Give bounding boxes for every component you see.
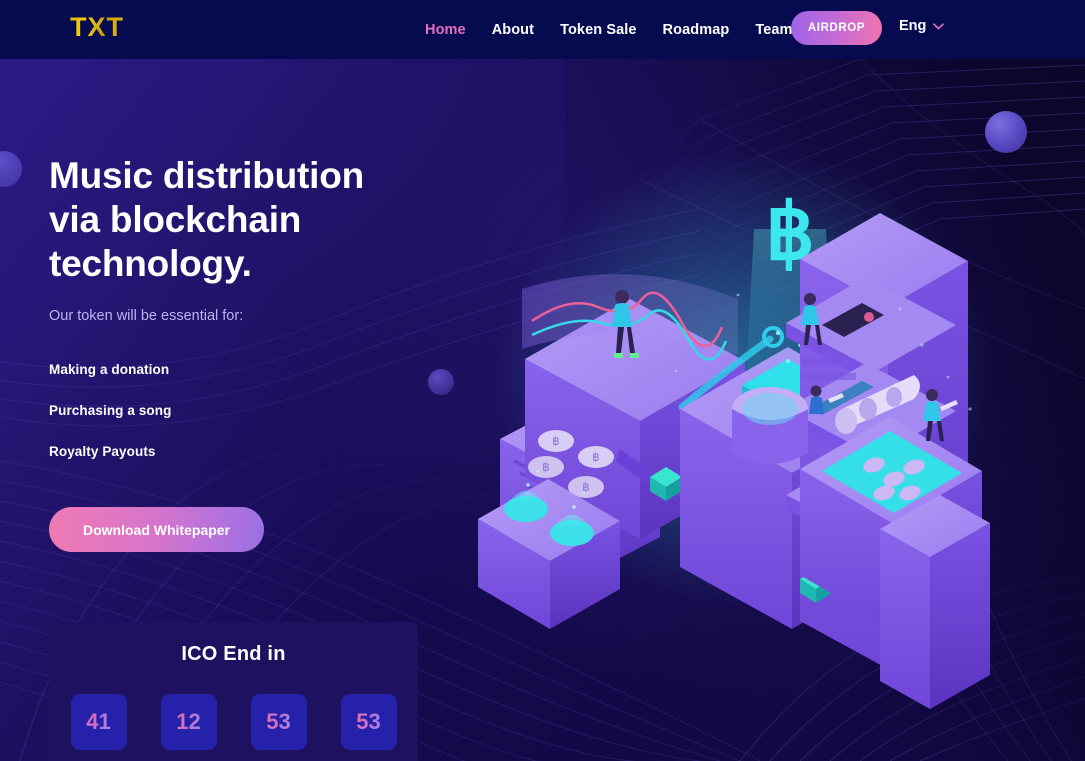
hero-subtitle: Our token will be essential for: [49,308,244,324]
list-item: Purchasing a song [49,403,172,418]
nav-link-home[interactable]: Home [425,22,466,38]
decorative-sphere-left [0,151,22,187]
benefits-list: Making a donation Purchasing a song Roya… [49,362,479,459]
language-selector-label: Eng [899,18,927,34]
nav-link-token-sale[interactable]: Token Sale [560,22,636,38]
brand-logo[interactable]: TXT [70,12,124,43]
page-title: Music distribution via blockchain techno… [49,154,479,286]
countdown-box: 53 [340,694,397,750]
hero-content: Music distribution via blockchain techno… [49,154,479,552]
tower-base-right [880,495,990,709]
airdrop-button[interactable]: AIRDROP [791,11,882,45]
nav-link-about[interactable]: About [492,22,534,38]
svg-text:฿: ฿ [542,460,550,474]
hero-title-line-2: via blockchain [49,199,302,240]
nav-link-team[interactable]: Team [755,22,792,38]
top-navigation-bar: TXT Home About Token Sale Roadmap Team A… [0,0,1085,59]
countdown-box: 41 [70,694,127,750]
list-item: Royalty Payouts [49,444,156,459]
countdown-units: 41 Days 12 Hours 53 Minutes [49,694,418,761]
countdown-title: ICO End in [181,643,286,665]
download-whitepaper-button[interactable]: Download Whitepaper [49,507,264,552]
hero-section: ฿ ฿ ฿ ฿ ฿ Music distribution via blockch… [0,59,1085,761]
hero-title-line-1: Music distribution [49,155,365,196]
nav-link-roadmap[interactable]: Roadmap [663,22,730,38]
countdown-unit-minutes: 53 Minutes [250,694,307,761]
silo-cylinder [732,387,808,464]
hero-title-line-3: technology. [49,243,252,284]
landing-page: ฿ ฿ ฿ ฿ ฿ Music distribution via blockch… [0,0,1085,761]
countdown-unit-seconds: 53 Seconds [340,694,397,761]
svg-text:฿: ฿ [552,434,560,448]
nav-links: Home About Token Sale Roadmap Team [425,0,793,59]
decorative-sphere-top-right [985,111,1027,153]
countdown-value: 53 [266,709,291,734]
svg-text:฿: ฿ [592,450,600,464]
countdown-value: 41 [86,709,111,734]
countdown-unit-hours: 12 Hours [160,694,217,761]
chevron-down-icon [933,22,945,30]
countdown-unit-days: 41 Days [70,694,127,761]
countdown-box: 53 [250,694,307,750]
countdown-box: 12 [160,694,217,750]
countdown-value: 12 [176,709,201,734]
hero-illustration: ฿ ฿ ฿ ฿ ฿ [478,188,990,709]
countdown-value: 53 [356,709,381,734]
language-selector[interactable]: Eng [899,18,945,34]
list-item: Making a donation [49,362,170,377]
ico-countdown-card: ICO End in 41 Days 12 Hours 53 [49,622,418,761]
